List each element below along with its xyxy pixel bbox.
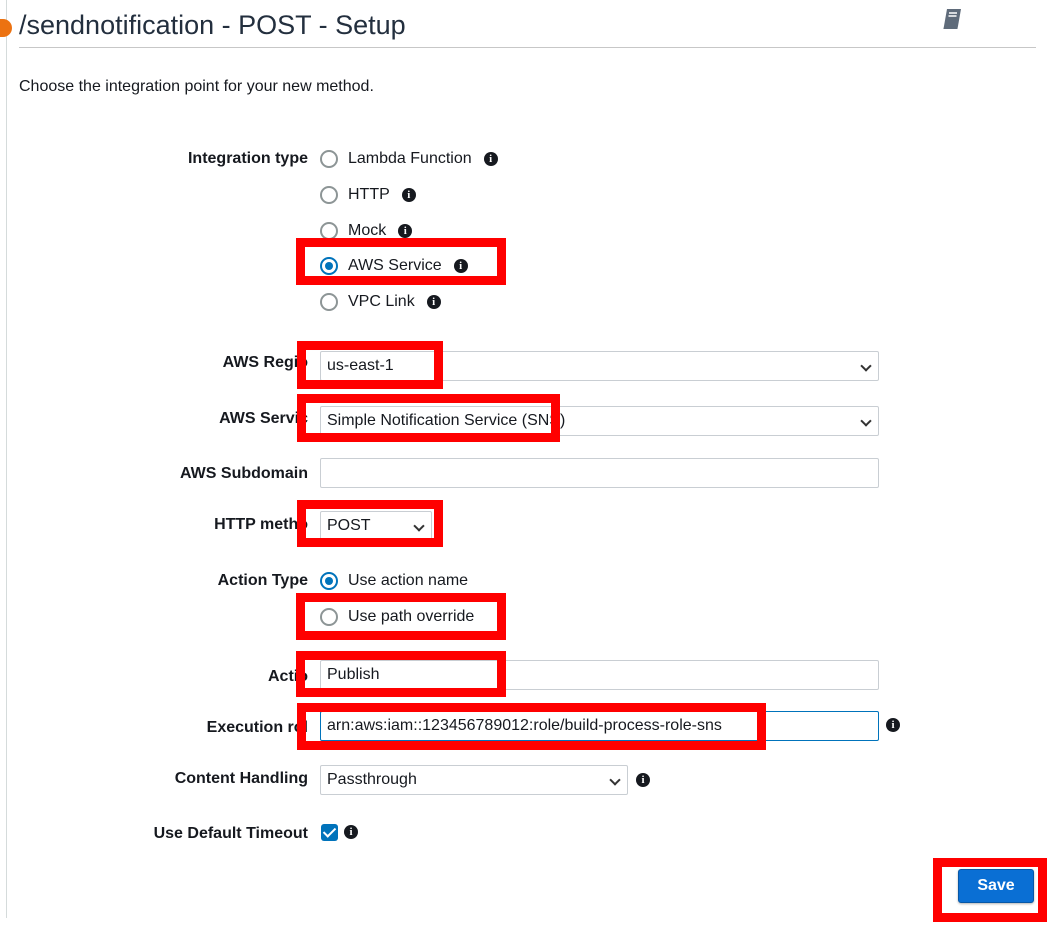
radio-label: Mock	[348, 222, 387, 239]
chevron-down-icon	[413, 520, 425, 532]
action-input[interactable]: Publish	[320, 660, 879, 690]
radio-circle-selected[interactable]	[320, 257, 338, 275]
radio-lambda-function[interactable]: Lambda Function i	[320, 147, 498, 171]
radio-aws-service[interactable]: AWS Service i	[320, 254, 468, 278]
aws-service-label: AWS Servic	[219, 410, 308, 427]
content-handling-label: Content Handling	[174, 770, 308, 787]
radio-label: HTTP	[348, 186, 390, 203]
http-method-value: POST	[327, 517, 371, 534]
info-icon[interactable]: i	[453, 259, 468, 273]
content-handling-select[interactable]: Passthrough	[320, 765, 628, 795]
radio-use-path-override[interactable]: Use path override	[320, 605, 474, 629]
integration-type-label: Integration type	[187, 150, 308, 167]
info-icon[interactable]: i	[426, 295, 441, 309]
radio-label: AWS Service	[348, 257, 442, 274]
page-title: /sendnotification - POST - Setup	[19, 10, 406, 40]
radio-circle[interactable]	[320, 608, 338, 626]
info-icon[interactable]: i	[398, 224, 413, 238]
http-method-label: HTTP metho	[214, 516, 308, 533]
use-default-timeout-label: Use Default Timeout	[153, 825, 308, 842]
aws-subdomain-input[interactable]	[320, 458, 879, 488]
aws-service-value: Simple Notification Service (SNS)	[327, 412, 566, 429]
radio-label: VPC Link	[348, 293, 415, 310]
info-icon[interactable]: i	[886, 718, 900, 732]
radio-circle[interactable]	[320, 150, 338, 168]
radio-vpc-link[interactable]: VPC Link i	[320, 290, 441, 314]
method-indicator-dot	[0, 19, 12, 37]
radio-circle[interactable]	[320, 222, 338, 240]
book-icon[interactable]	[940, 6, 966, 32]
action-label: Actio	[268, 668, 308, 685]
execution-role-input[interactable]: arn:aws:iam::123456789012:role/build-pro…	[320, 711, 879, 741]
radio-label: Use action name	[348, 572, 469, 589]
intro-text: Choose the integration point for your ne…	[19, 78, 374, 95]
info-icon[interactable]: i	[344, 825, 358, 839]
radio-circle[interactable]	[320, 293, 338, 311]
use-default-timeout-checkbox[interactable]	[321, 824, 338, 841]
content-handling-value: Passthrough	[327, 771, 417, 788]
aws-region-label: AWS Regio	[222, 354, 308, 371]
title-divider	[19, 47, 1036, 48]
aws-service-select[interactable]: Simple Notification Service (SNS)	[320, 406, 879, 436]
info-icon[interactable]: i	[636, 773, 650, 787]
aws-region-select[interactable]: us-east-1	[320, 351, 879, 381]
radio-circle[interactable]	[320, 186, 338, 204]
save-button[interactable]: Save	[958, 869, 1034, 903]
radio-use-action-name[interactable]: Use action name	[320, 569, 468, 593]
left-divider	[6, 0, 7, 918]
radio-http[interactable]: HTTP i	[320, 183, 416, 207]
radio-label: Use path override	[348, 608, 475, 625]
radio-label: Lambda Function	[348, 150, 472, 167]
chevron-down-icon	[609, 774, 621, 786]
radio-mock[interactable]: Mock i	[320, 219, 413, 243]
aws-region-value: us-east-1	[327, 357, 394, 374]
http-method-select[interactable]: POST	[320, 511, 432, 541]
action-type-label: Action Type	[217, 572, 308, 589]
execution-role-label: Execution rol	[206, 719, 308, 736]
chevron-down-icon	[860, 360, 872, 372]
chevron-down-icon	[860, 415, 872, 427]
info-icon[interactable]: i	[401, 188, 416, 202]
aws-subdomain-label: AWS Subdomain	[180, 465, 308, 482]
radio-circle-selected[interactable]	[320, 572, 338, 590]
info-icon[interactable]: i	[483, 152, 498, 166]
